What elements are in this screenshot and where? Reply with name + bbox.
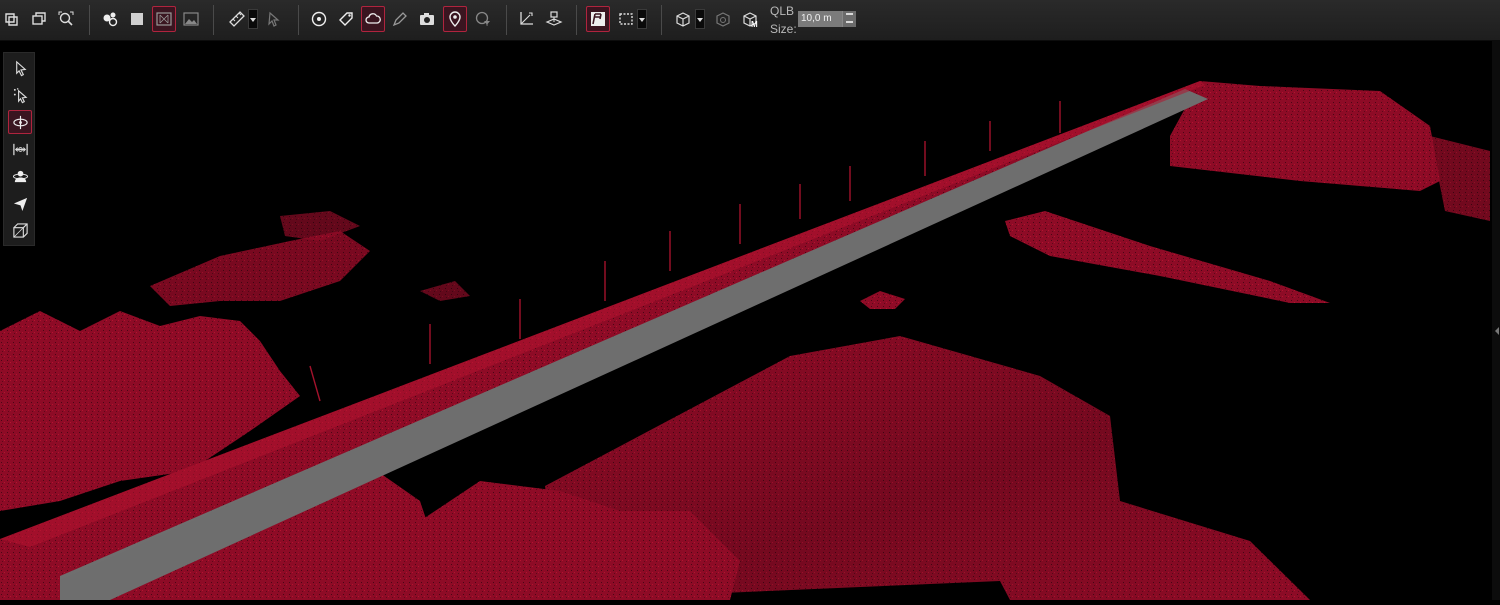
orbit-icon[interactable] xyxy=(8,110,32,134)
toolbar-separator xyxy=(89,5,90,35)
cube-perspective-icon[interactable] xyxy=(8,218,32,242)
spin-down-button[interactable] xyxy=(843,19,856,27)
location-pin-icon[interactable] xyxy=(443,6,467,32)
zoom-extents-icon[interactable] xyxy=(54,6,78,32)
plane-section-icon[interactable] xyxy=(542,6,566,32)
qlb-size-spinner[interactable] xyxy=(842,11,856,27)
windows-icon[interactable] xyxy=(27,6,51,32)
toolbar-separator xyxy=(213,5,214,35)
toolbar-separator xyxy=(576,5,577,35)
right-panel-collapse-handle[interactable] xyxy=(1492,41,1500,600)
cube-measure-icon[interactable]: M xyxy=(738,6,762,32)
camera-icon[interactable] xyxy=(415,6,439,32)
mesh-view-icon[interactable] xyxy=(152,6,176,32)
walk-person-icon[interactable] xyxy=(8,164,32,188)
toolbar-separator xyxy=(298,5,299,35)
transform-axes-icon[interactable] xyxy=(514,6,538,32)
qlb-size-input[interactable]: 10,0 m xyxy=(798,11,842,27)
qlb-size-label: Size: xyxy=(770,22,797,36)
toolbar-separator xyxy=(661,5,662,35)
cube-hidden-icon[interactable] xyxy=(711,6,735,32)
render-spheres-icon[interactable] xyxy=(98,6,122,32)
fly-navigate-icon[interactable] xyxy=(8,191,32,215)
toolbar-separator xyxy=(506,5,507,35)
render-box-icon[interactable] xyxy=(125,6,149,32)
3d-viewport[interactable] xyxy=(0,41,1500,600)
road-right xyxy=(1005,211,1330,303)
image-view-icon[interactable] xyxy=(179,6,203,32)
field-far-right xyxy=(1170,81,1490,221)
spin-up-button[interactable] xyxy=(843,11,856,19)
location-filter-icon[interactable] xyxy=(471,6,495,32)
svg-text:M: M xyxy=(751,20,758,28)
layers-icon[interactable] xyxy=(0,6,24,32)
navigation-toolbar xyxy=(3,52,35,246)
qlb-label: QLB xyxy=(770,4,795,18)
target-icon[interactable] xyxy=(307,6,331,32)
cube-view-icon[interactable] xyxy=(671,6,695,32)
pen-icon[interactable] xyxy=(388,6,412,32)
tag-icon[interactable] xyxy=(334,6,358,32)
pick-point-icon[interactable] xyxy=(262,6,286,32)
point-cloud-canvas xyxy=(0,81,1490,600)
select-points-icon[interactable] xyxy=(8,83,32,107)
cloud-icon[interactable] xyxy=(361,6,385,32)
selection-rect-icon[interactable] xyxy=(614,6,638,32)
limit-box-icon[interactable] xyxy=(586,6,610,32)
main-toolbar: M QLB Size: 10,0 m xyxy=(0,0,1500,41)
measure-dropdown[interactable] xyxy=(248,9,258,29)
view-dropdown[interactable] xyxy=(695,9,705,29)
measure-ruler-icon[interactable] xyxy=(225,6,249,32)
selection-dropdown[interactable] xyxy=(637,9,647,29)
select-arrow-icon[interactable] xyxy=(8,56,32,80)
pan-icon[interactable] xyxy=(8,137,32,161)
